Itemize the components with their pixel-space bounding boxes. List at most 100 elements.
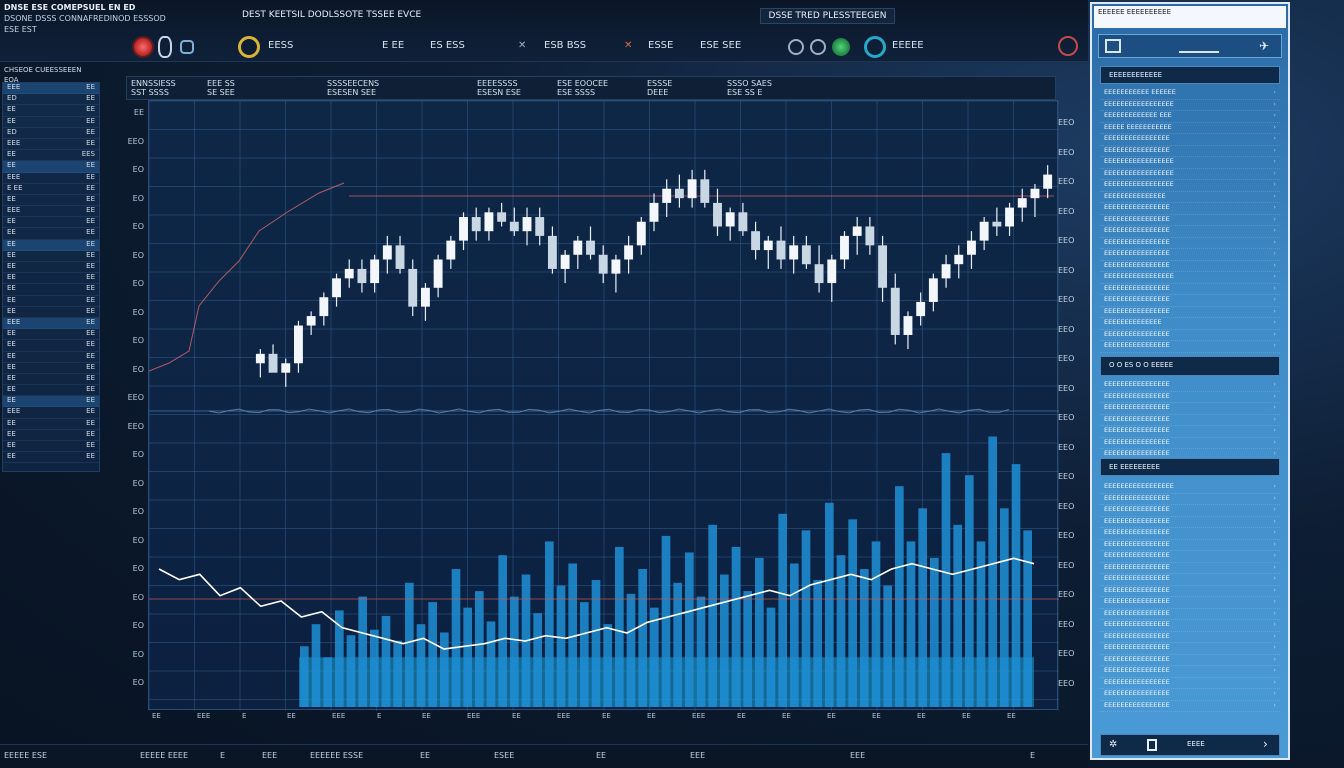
candle-body[interactable] (674, 188, 684, 199)
volume-bar[interactable] (860, 569, 869, 707)
watchlist-row[interactable]: EEE EE (3, 317, 99, 330)
watchlist-row[interactable]: EEE EE (3, 206, 99, 218)
watchlist-row[interactable]: EE EE (3, 340, 99, 352)
status-item[interactable]: EEE (850, 751, 865, 760)
watchlist-row[interactable]: EE EE (3, 161, 99, 173)
close-icon[interactable]: ✕ (518, 40, 526, 51)
volume-bar[interactable] (731, 546, 741, 707)
power-icon[interactable] (1058, 36, 1078, 56)
candle-body[interactable] (395, 245, 405, 269)
status-item[interactable]: E (220, 751, 225, 760)
candle-body[interactable] (370, 259, 380, 284)
candle-body[interactable] (433, 259, 443, 288)
order-row[interactable]: EEEEEEEEEEEEEEEE › (1100, 238, 1280, 249)
order-row[interactable]: EEEEEEEEEEEEEEEE › (1100, 134, 1280, 146)
candle-body[interactable] (294, 325, 303, 364)
candle-body[interactable] (497, 212, 507, 222)
volume-bar[interactable] (965, 475, 974, 707)
volume-bar[interactable] (510, 596, 519, 707)
candle-body[interactable] (687, 179, 697, 199)
volume-bar[interactable] (708, 524, 717, 707)
order-row[interactable]: EEEEEEEEEEEEE EEE › (1100, 111, 1280, 123)
watchlist-row[interactable]: EE EE (3, 228, 99, 240)
volume-bar[interactable] (440, 632, 449, 707)
candle-body[interactable] (903, 316, 913, 335)
record-icon[interactable] (132, 36, 154, 58)
status-item[interactable]: EE (420, 751, 430, 760)
status-item[interactable]: EEEEE ESE (4, 751, 47, 760)
watchlist-row[interactable]: EEE EE (3, 173, 99, 184)
watchlist-row[interactable]: EE EE (3, 251, 99, 262)
section-head-3[interactable]: EE EEEEEEEEE (1100, 458, 1280, 476)
volume-bar[interactable] (953, 524, 962, 707)
volume-bar[interactable] (451, 569, 461, 707)
order-row[interactable]: EEEEEEEEEEEEEEEE › (1100, 284, 1280, 295)
volume-bar[interactable] (673, 582, 682, 707)
candle-body[interactable] (573, 240, 583, 255)
candle-body[interactable] (713, 202, 722, 227)
candle-body[interactable] (255, 353, 265, 364)
volume-bar[interactable] (1000, 508, 1009, 707)
candle-body[interactable] (789, 245, 799, 260)
watchlist-row[interactable]: EE EE (3, 195, 99, 207)
order-row[interactable]: EEEEEEEEEEEEEEEEE › (1100, 482, 1280, 494)
section-head-2[interactable]: O O ES O O EEEEE (1100, 356, 1280, 376)
volume-bar[interactable] (871, 541, 881, 707)
candle-body[interactable] (611, 259, 621, 274)
order-row[interactable]: EEEEEEEEEEEEEEEE › (1100, 620, 1280, 632)
candle-body[interactable] (509, 221, 519, 232)
watchlist-row[interactable]: EE EE (3, 363, 99, 374)
order-row[interactable]: EEEEEEEEEEEEEEEE › (1100, 380, 1280, 392)
candle-body[interactable] (814, 264, 824, 284)
order-row[interactable]: EEEEEEEEEEEEEEEE › (1100, 295, 1280, 307)
order-row[interactable]: EEEEEEEEEEEEEEEE › (1100, 341, 1280, 353)
chart-canvas[interactable] (149, 101, 1059, 711)
status-item[interactable]: E (1030, 751, 1035, 760)
order-row[interactable]: EEEEEEEEEEEEEEEE › (1100, 551, 1280, 563)
volume-bar[interactable] (358, 596, 367, 707)
status-item[interactable]: EEE (690, 751, 705, 760)
watchlist-row[interactable]: EE EE (3, 329, 99, 341)
candle-body[interactable] (484, 212, 494, 232)
volume-bar[interactable] (463, 607, 472, 707)
candle-body[interactable] (1043, 174, 1053, 189)
volume-bar[interactable] (603, 624, 612, 707)
candle-body[interactable] (890, 287, 900, 335)
order-row[interactable]: EEEEEEEEEEEEEEEE › (1100, 146, 1280, 157)
watchlist-row[interactable]: EE EE (3, 374, 99, 386)
watchlist-row[interactable]: EEE EE (3, 139, 99, 151)
watchlist-row[interactable]: EE EE (3, 105, 99, 117)
toolbar-item-7[interactable]: EEEEE (892, 40, 924, 51)
candle-body[interactable] (306, 316, 316, 326)
status-item[interactable]: EEEEE EEEE (140, 751, 188, 760)
pin-icon[interactable]: ✈ (1259, 39, 1275, 53)
order-row[interactable]: EEEEEEEEEEEEEEEE › (1100, 203, 1280, 215)
volume-bar[interactable] (696, 596, 706, 707)
volume-bar[interactable] (778, 513, 787, 707)
candle-body[interactable] (446, 240, 456, 260)
candle-body[interactable] (459, 217, 468, 241)
clock-icon[interactable] (238, 36, 260, 58)
order-row[interactable]: EEEEEEEEEEEEEEEE › (1100, 307, 1280, 318)
candle-body[interactable] (725, 212, 735, 227)
order-row[interactable]: EEEEEEEEEEEEEEEE › (1100, 689, 1280, 701)
volume-bar[interactable] (556, 585, 566, 707)
order-row[interactable]: EEEEEEEEEEEEEEEE › (1100, 701, 1280, 712)
volume-bar[interactable] (801, 530, 811, 707)
status-item[interactable]: EEEEEE ESSE (310, 751, 363, 760)
order-row[interactable]: EEEEEEEEEEEEEEEE › (1100, 392, 1280, 403)
watchlist-row[interactable]: EE EE (3, 296, 99, 307)
volume-bar[interactable] (615, 546, 624, 707)
toolbar-item-3[interactable]: ES ESS (430, 40, 465, 51)
candle-body[interactable] (751, 231, 761, 251)
watchlist-row[interactable]: EE EE (3, 441, 99, 453)
order-row[interactable]: EEEEEEEEEEEEEEEEE › (1100, 100, 1280, 111)
candle-body[interactable] (268, 353, 278, 373)
volume-bar[interactable] (930, 557, 939, 707)
order-row[interactable]: EEEEEEEEEEEEEEEE › (1100, 438, 1280, 449)
order-row[interactable]: EEEEEEEEEEEEEEEEE › (1100, 272, 1280, 284)
status-item[interactable]: EEE (262, 751, 277, 760)
panel-title[interactable]: DSSE TRED PLESSTEEGEN (760, 8, 895, 24)
order-row[interactable]: EEEEEEEEEEEEEEEE › (1100, 609, 1280, 620)
volume-bar[interactable] (311, 624, 321, 707)
